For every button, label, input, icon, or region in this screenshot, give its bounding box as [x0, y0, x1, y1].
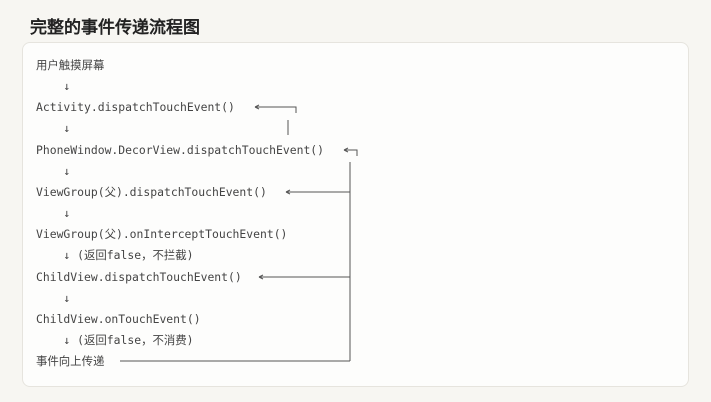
connector-childview [258, 274, 350, 280]
connector-decorview [343, 147, 358, 361]
return-connectors [120, 104, 358, 362]
connector-activity [254, 104, 297, 135]
connector-viewgroup [285, 189, 350, 195]
